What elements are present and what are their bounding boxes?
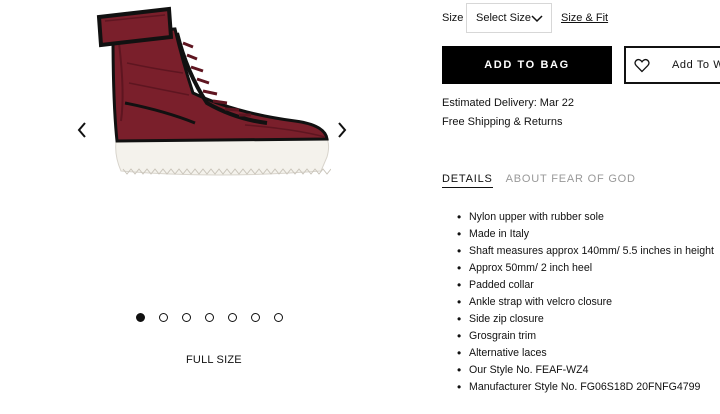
add-to-wishlist-button[interactable]: Add To W [624, 46, 720, 84]
wishlist-label: Add To W [672, 59, 720, 71]
list-item: Made in Italy [455, 228, 714, 245]
carousel-dot[interactable] [251, 313, 260, 322]
carousel-dot[interactable] [136, 313, 145, 322]
details-list: Nylon upper with rubber sole Made in Ita… [455, 211, 714, 398]
heart-icon [634, 58, 650, 73]
tab-about-fear-of-god[interactable]: ABOUT FEAR OF GOD [506, 173, 636, 188]
list-item: Side zip closure [455, 313, 714, 330]
info-tabs: DETAILS ABOUT FEAR OF GOD [442, 173, 636, 188]
size-select-value: Select Size [476, 12, 532, 24]
prev-image-button[interactable] [74, 120, 94, 142]
list-item: Nylon upper with rubber sole [455, 211, 714, 228]
product-image [96, 6, 331, 176]
list-item: Alternative laces [455, 347, 714, 364]
size-select[interactable]: Select Size [466, 3, 552, 33]
chevron-left-icon [77, 122, 86, 138]
list-item: Ankle strap with velcro closure [455, 296, 714, 313]
list-item: Shaft measures approx 140mm/ 5.5 inches … [455, 245, 714, 262]
list-item: Padded collar [455, 279, 714, 296]
carousel-dot[interactable] [228, 313, 237, 322]
carousel-dot[interactable] [274, 313, 283, 322]
free-shipping-text: Free Shipping & Returns [442, 116, 563, 128]
size-label: Size [442, 12, 464, 24]
carousel-dot[interactable] [182, 313, 191, 322]
chevron-right-icon [338, 122, 347, 138]
add-to-bag-button[interactable]: ADD TO BAG [442, 46, 612, 84]
chevron-down-icon [531, 15, 543, 23]
carousel-dot[interactable] [159, 313, 168, 322]
carousel-dot[interactable] [205, 313, 214, 322]
list-item: Grosgrain trim [455, 330, 714, 347]
list-item: Our Style No. FEAF-WZ4 [455, 364, 714, 381]
list-item: Approx 50mm/ 2 inch heel [455, 262, 714, 279]
full-size-link[interactable]: FULL SIZE [186, 354, 242, 366]
next-image-button[interactable] [334, 120, 354, 142]
tab-details[interactable]: DETAILS [442, 173, 493, 188]
estimated-delivery: Estimated Delivery: Mar 22 [442, 97, 575, 109]
list-item: Manufacturer Style No. FG06S18D 20FNFG47… [455, 381, 714, 398]
carousel-dots [136, 313, 283, 325]
size-fit-link[interactable]: Size & Fit [561, 12, 608, 24]
